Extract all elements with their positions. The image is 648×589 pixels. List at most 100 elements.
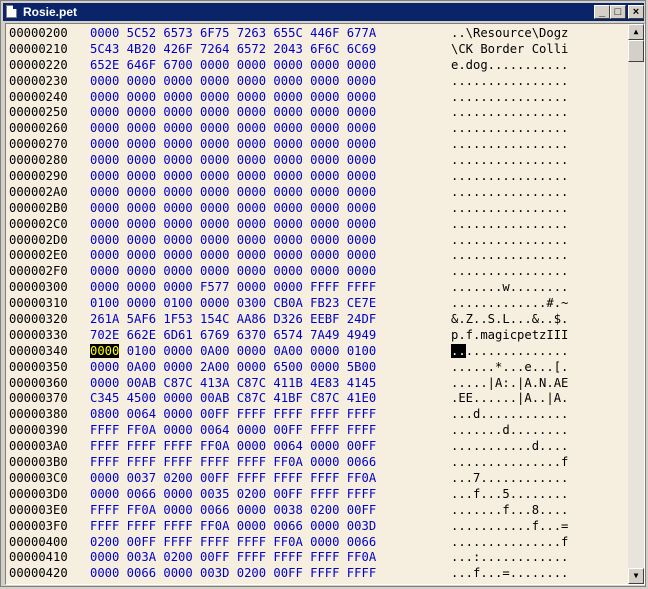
row-ascii[interactable]: ................: [451, 74, 568, 90]
row-ascii[interactable]: ................: [451, 343, 568, 360]
row-address: 000003F0: [9, 518, 68, 533]
row-hex-bytes[interactable]: 0000 00AB C87C 413A C87C 411B 4E83 4145: [90, 376, 376, 392]
row-hex-bytes[interactable]: 0000 0100 0000 0A00 0000 0A00 0000 0100: [90, 343, 377, 360]
row-ascii[interactable]: .......w........: [451, 280, 568, 296]
row-ascii[interactable]: ...d............: [451, 407, 568, 423]
row-ascii[interactable]: .............#.~: [451, 296, 568, 312]
row-hex-bytes[interactable]: 702E 662E 6D61 6769 6370 6574 7A49 4949: [90, 328, 376, 344]
row-ascii[interactable]: ...:............: [451, 550, 568, 566]
row-hex-bytes[interactable]: 0000 0000 0000 0000 0000 0000 0000 0000: [90, 233, 376, 249]
close-button[interactable]: ×: [628, 5, 644, 19]
scroll-up-arrow-icon[interactable]: ▲: [628, 24, 644, 40]
row-hex-bytes[interactable]: 0000 0000 0000 0000 0000 0000 0000 0000: [90, 90, 376, 106]
row-hex-bytes[interactable]: FFFF FFFF FFFF FFFF FFFF FF0A 0000 0066: [90, 455, 376, 471]
row-hex-bytes[interactable]: 261A 5AF6 1F53 154C AA86 D326 EEBF 24DF: [90, 312, 376, 328]
row-hex-bytes[interactable]: 0000 0000 0000 0000 0000 0000 0000 0000: [90, 105, 376, 121]
scroll-down-arrow-icon[interactable]: ▼: [628, 568, 644, 584]
row-ascii[interactable]: .......d........: [451, 423, 568, 439]
title-bar[interactable]: Rosie.pet _ □ ×: [3, 3, 644, 21]
row-address: 00000320: [9, 312, 68, 327]
row-ascii[interactable]: ...f...=........: [451, 566, 568, 582]
row-hex-bytes[interactable]: FFFF FFFF FFFF FF0A 0000 0066 0000 003D: [90, 519, 376, 535]
row-address: 00000300: [9, 280, 68, 295]
row-ascii[interactable]: .....|A:.|A.N.AE: [451, 376, 568, 392]
row-hex-bytes[interactable]: 0000 5C52 6573 6F75 7263 655C 446F 677A: [90, 26, 376, 42]
row-hex-bytes[interactable]: 0000 0000 0000 0000 0000 0000 0000 0000: [90, 217, 376, 233]
row-hex-bytes[interactable]: FFFF FF0A 0000 0066 0000 0038 0200 00FF: [90, 503, 376, 519]
row-address: 00000420: [9, 566, 68, 581]
row-hex-bytes[interactable]: 0000 0000 0000 0000 0000 0000 0000 0000: [90, 74, 376, 90]
row-hex-bytes[interactable]: 0000 0000 0000 F577 0000 0000 FFFF FFFF: [90, 280, 376, 296]
row-ascii[interactable]: ...f...5........: [451, 487, 568, 503]
row-ascii[interactable]: .......f...8....: [451, 503, 568, 519]
row-hex-bytes[interactable]: 652E 646F 6700 0000 0000 0000 0000 0000: [90, 58, 376, 74]
row-hex-bytes[interactable]: 0000 0000 0000 0000 0000 0000 0000 0000: [90, 137, 376, 153]
row-hex-bytes[interactable]: 0000 0000 0000 0000 0000 0000 0000 0000: [90, 169, 376, 185]
row-address: 000002E0: [9, 248, 68, 263]
row-ascii[interactable]: p.f.magicpetzIII: [451, 328, 568, 344]
row-ascii[interactable]: ................: [451, 217, 568, 233]
row-ascii[interactable]: ................: [451, 233, 568, 249]
row-hex-bytes[interactable]: 0200 00FF FFFF FFFF FFFF FF0A 0000 0066: [90, 535, 376, 551]
row-hex-bytes[interactable]: 0000 0000 0000 0000 0000 0000 0000 0000: [90, 153, 376, 169]
hex-editor-window: Rosie.pet _ □ × 00000200 0000 5C52 6573 6…: [0, 0, 646, 587]
row-ascii[interactable]: ................: [451, 90, 568, 106]
row-address: 00000400: [9, 534, 68, 549]
row-ascii[interactable]: .EE......|A..|A.: [451, 391, 568, 407]
row-address: 00000290: [9, 169, 68, 184]
row-hex-bytes[interactable]: 0000 0066 0000 0035 0200 00FF FFFF FFFF: [90, 487, 376, 503]
row-hex-bytes[interactable]: 0000 0000 0000 0000 0000 0000 0000 0000: [90, 185, 376, 201]
row-address: 00000250: [9, 105, 68, 120]
row-hex-bytes[interactable]: FFFF FF0A 0000 0064 0000 00FF FFFF FFFF: [90, 423, 376, 439]
row-ascii[interactable]: ...7............: [451, 471, 568, 487]
row-hex-bytes[interactable]: 0000 0037 0200 00FF FFFF FFFF FFFF FF0A: [90, 471, 376, 487]
row-ascii[interactable]: &.Z..S.L...&..$.: [451, 312, 568, 328]
row-address: 000003C0: [9, 470, 68, 485]
selected-hex-word[interactable]: 0000: [90, 343, 120, 358]
row-hex-bytes[interactable]: 0000 003A 0200 00FF FFFF FFFF FFFF FF0A: [90, 550, 376, 566]
row-ascii[interactable]: ...........f...=: [451, 519, 568, 535]
row-ascii[interactable]: ................: [451, 185, 568, 201]
row-ascii[interactable]: ................: [451, 201, 568, 217]
row-hex-bytes[interactable]: 0800 0064 0000 00FF FFFF FFFF FFFF FFFF: [90, 407, 376, 423]
row-hex-bytes[interactable]: 0000 0000 0000 0000 0000 0000 0000 0000: [90, 248, 376, 264]
row-address: 00000230: [9, 73, 68, 88]
row-hex-rest: 0100 0000 0A00 0000 0A00 0000 0100: [119, 343, 377, 358]
row-hex-bytes[interactable]: FFFF FFFF FFFF FF0A 0000 0064 0000 00FF: [90, 439, 376, 455]
window-title: Rosie.pet: [23, 5, 78, 19]
scroll-thumb[interactable]: [628, 40, 644, 62]
row-hex-bytes[interactable]: 0000 0000 0000 0000 0000 0000 0000 0000: [90, 201, 376, 217]
row-address: 00000210: [9, 41, 68, 56]
row-ascii[interactable]: ................: [451, 121, 568, 137]
row-hex-bytes[interactable]: 5C43 4B20 426F 7264 6572 2043 6F6C 6C69: [90, 42, 376, 58]
row-ascii[interactable]: ...........d....: [451, 439, 568, 455]
row-hex-bytes[interactable]: 0000 0000 0000 0000 0000 0000 0000 0000: [90, 264, 376, 280]
row-address: 00000220: [9, 57, 68, 72]
row-hex-bytes[interactable]: C345 4500 0000 00AB C87C 41BF C87C 41E0: [90, 391, 376, 407]
row-ascii[interactable]: ...............f: [451, 455, 568, 471]
selected-ascii-chars[interactable]: ..: [451, 343, 466, 358]
row-address: 000002C0: [9, 216, 68, 231]
row-hex-bytes[interactable]: 0000 0066 0000 003D 0200 00FF FFFF FFFF: [90, 566, 376, 582]
row-ascii[interactable]: ................: [451, 137, 568, 153]
row-ascii[interactable]: ................: [451, 153, 568, 169]
vertical-scrollbar[interactable]: ▲ ▼: [628, 24, 644, 584]
row-ascii[interactable]: ................: [451, 169, 568, 185]
row-ascii[interactable]: ................: [451, 105, 568, 121]
row-ascii[interactable]: ......*...e...[.: [451, 360, 568, 376]
row-ascii[interactable]: ...............f: [451, 535, 568, 551]
maximize-button[interactable]: □: [610, 5, 626, 19]
row-address: 00000390: [9, 423, 68, 438]
row-hex-bytes[interactable]: 0000 0000 0000 0000 0000 0000 0000 0000: [90, 121, 376, 137]
row-ascii[interactable]: \CK Border Colli: [451, 42, 568, 58]
row-ascii[interactable]: e.dog...........: [451, 58, 568, 74]
row-address: 000002A0: [9, 184, 68, 199]
row-address: 00000260: [9, 121, 68, 136]
row-ascii[interactable]: ..\Resource\Dogz: [451, 26, 568, 42]
row-hex-bytes[interactable]: 0000 0A00 0000 2A00 0000 6500 0000 5B00: [90, 360, 376, 376]
row-ascii[interactable]: ................: [451, 248, 568, 264]
hex-view[interactable]: 00000200 0000 5C52 6573 6F75 7263 655C 44…: [5, 23, 645, 585]
row-ascii[interactable]: ................: [451, 264, 568, 280]
minimize-button[interactable]: _: [594, 5, 610, 19]
row-hex-bytes[interactable]: 0100 0000 0100 0000 0300 CB0A FB23 CE7E: [90, 296, 376, 312]
